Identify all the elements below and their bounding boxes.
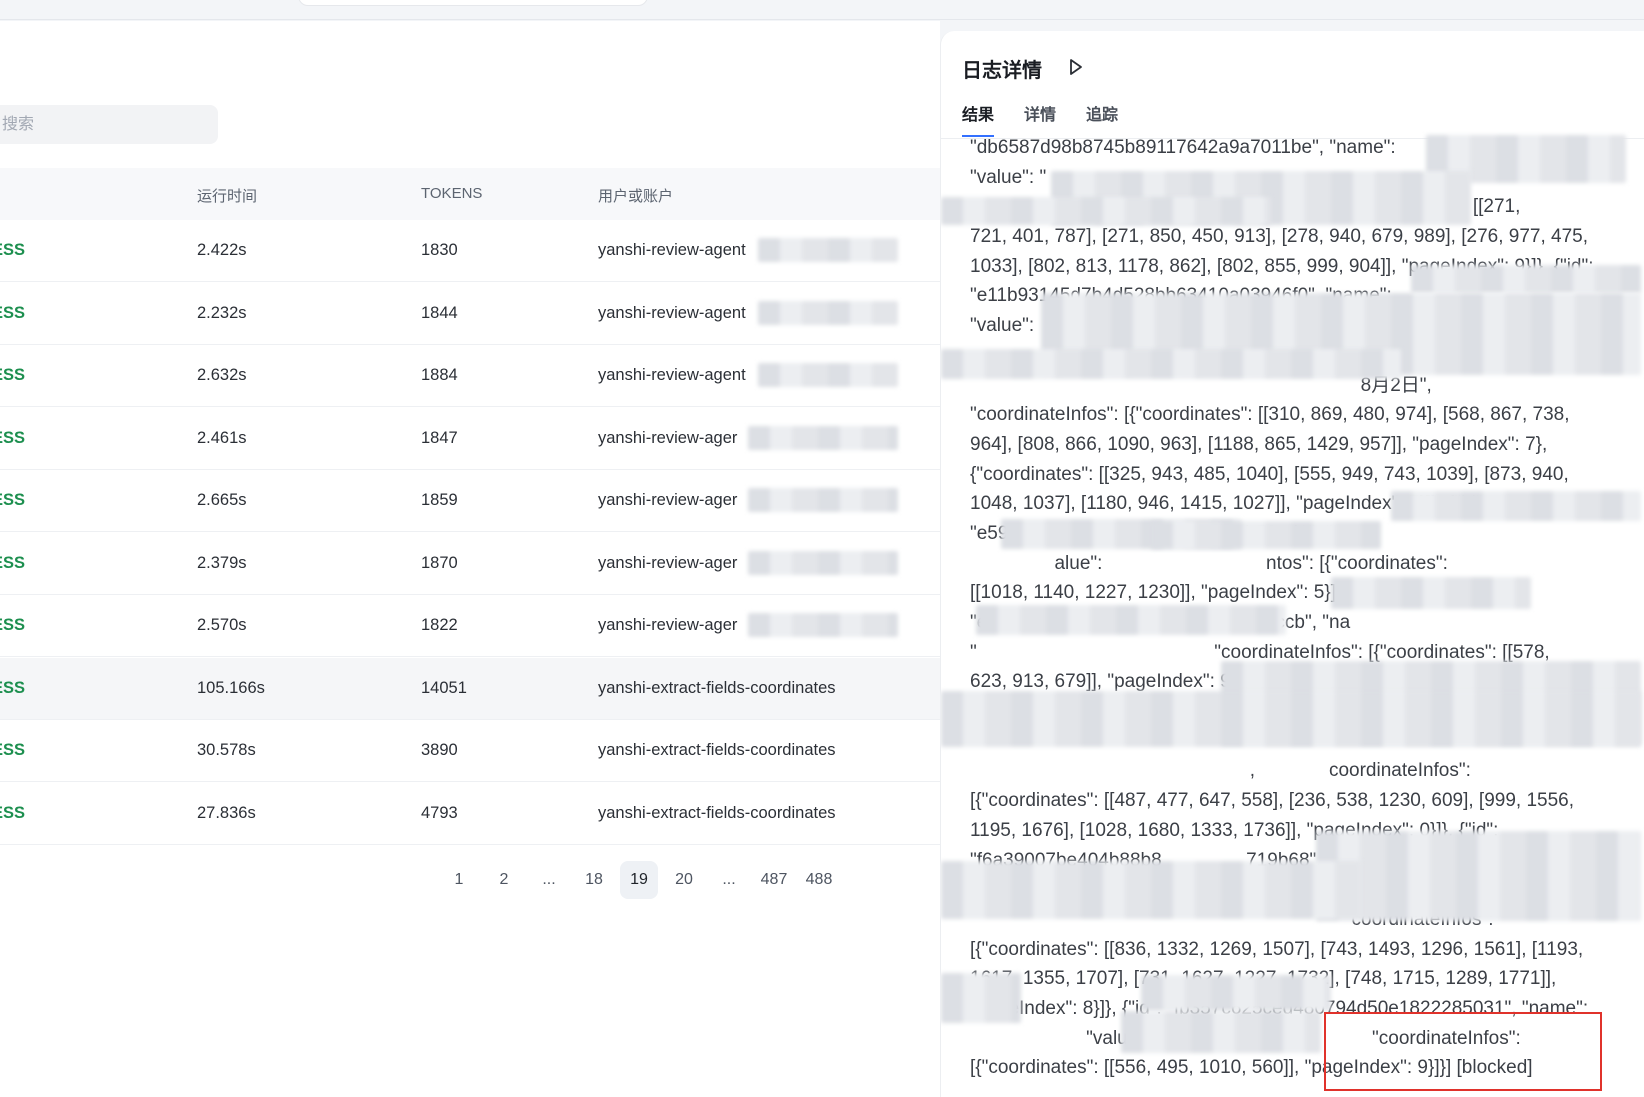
search-input[interactable] <box>0 105 218 144</box>
col-run-time[interactable]: 运行时间 <box>197 185 257 206</box>
table-row[interactable]: ESS 2.665s 1859 yanshi-review-ager <box>0 470 940 532</box>
tokens-cell: 1830 <box>421 241 458 259</box>
log-line: , coordinateInfos": <box>970 760 1471 782</box>
page-18[interactable]: 18 <box>575 861 613 899</box>
status-cell: ESS <box>0 803 26 822</box>
run-time-cell: 2.461s <box>197 428 247 447</box>
redacted-region <box>748 425 898 450</box>
status-cell: ESS <box>0 303 26 322</box>
run-time-cell: 105.166s <box>197 678 265 697</box>
user-cell: yanshi-review-ager <box>598 491 738 509</box>
user-cell: yanshi-review-agent <box>598 241 746 259</box>
status-cell: ESS <box>0 491 26 509</box>
user-cell: yanshi-review-agent <box>598 303 746 322</box>
status-cell: ESS <box>0 428 26 447</box>
run-time-cell: 2.422s <box>197 241 247 259</box>
page-19[interactable]: 19 <box>620 861 658 899</box>
top-bar <box>0 0 1644 20</box>
redacted-region <box>758 300 898 325</box>
user-cell: yanshi-extract-fields-coordinates <box>598 678 836 697</box>
user-cell: yanshi-review-ager <box>598 428 738 447</box>
status-cell: ESS <box>0 741 26 759</box>
log-line: alue": ntos": [{"coordinates": <box>970 552 1448 574</box>
pagination: 1 2... 18 19 20... 487 488 <box>0 861 940 901</box>
table-row[interactable]: ESS 27.836s 4793 yanshi-extract-fields-coor… <box>0 783 940 845</box>
col-user[interactable]: 用户或账户 <box>598 185 673 206</box>
tab-result[interactable]: 结果 <box>962 101 995 137</box>
page-ellipsis[interactable]: ... <box>710 861 748 899</box>
page-20[interactable]: 20 <box>665 861 703 899</box>
table-row[interactable]: ESS 2.232s 1844 yanshi-review-agent <box>0 283 940 345</box>
status-cell: ESS <box>0 553 26 572</box>
user-cell: yanshi-review-ager <box>598 553 738 572</box>
tokens-cell: 14051 <box>421 678 467 697</box>
top-search-pill[interactable] <box>298 0 648 6</box>
panel-title: 日志详情 <box>962 60 1042 82</box>
log-line: [{"coordinates": [[836, 1332, 1269, 1507… <box>970 938 1584 960</box>
redacted-region <box>758 238 898 262</box>
tokens-cell: 1859 <box>421 491 458 509</box>
redacted-region <box>758 363 898 387</box>
status-cell: ESS <box>0 616 26 634</box>
table-row[interactable]: ESS 2.632s 1884 yanshi-review-agent <box>0 345 940 407</box>
play-icon[interactable] <box>1068 57 1084 77</box>
user-cell: yanshi-review-ager <box>598 616 738 634</box>
run-time-cell: 2.665s <box>197 491 247 509</box>
tokens-cell: 4793 <box>421 803 458 822</box>
log-line: [[1018, 1140, 1227, 1230]], "pageIndex":… <box>970 582 1393 604</box>
status-cell: ESS <box>0 678 26 697</box>
table-row[interactable]: ESS 30.578s 3890 yanshi-extract-fields-coor… <box>0 720 940 782</box>
run-time-cell: 2.232s <box>197 303 247 322</box>
run-time-cell: 2.632s <box>197 366 247 384</box>
log-line: "coordinateInfos": [{"coordinates": [[31… <box>970 404 1570 426</box>
col-tokens[interactable]: TOKENS <box>421 185 482 202</box>
user-cell: yanshi-extract-fields-coordinates <box>598 741 836 759</box>
tokens-cell: 1884 <box>421 366 458 384</box>
log-list-pane: 运行时间 TOKENS 用户或账户 ESS 2.422s 1830 yanshi-re… <box>0 21 940 1097</box>
tokens-cell: 3890 <box>421 741 458 759</box>
page-1[interactable]: 1 <box>440 861 478 899</box>
table-row[interactable]: ESS 2.422s 1830 yanshi-review-agent <box>0 220 940 282</box>
table-row[interactable]: ESS 2.570s 1822 yanshi-review-ager <box>0 595 940 657</box>
redacted-region <box>748 613 898 637</box>
log-detail-panel: 日志详情 结果 详情 追踪 "db6587d98b8745b89117642a9… <box>940 31 1644 1097</box>
tokens-cell: 1870 <box>421 553 458 572</box>
table-row[interactable]: ESS 105.166s 14051 yanshi-extract-fields-co… <box>0 657 940 720</box>
status-cell: ESS <box>0 241 26 259</box>
run-time-cell: 2.570s <box>197 616 247 634</box>
log-line: [{"coordinates": [[487, 477, 647, 558], … <box>970 790 1575 812</box>
tokens-cell: 1822 <box>421 616 458 634</box>
log-line: {"coordinates": [[325, 943, 485, 1040], … <box>970 463 1569 485</box>
run-time-cell: 30.578s <box>197 741 256 759</box>
highlight-box <box>1324 1012 1602 1091</box>
run-time-cell: 2.379s <box>197 553 247 572</box>
status-cell: ESS <box>0 366 26 384</box>
tab-details[interactable]: 详情 <box>1024 101 1056 125</box>
log-line: 964], [808, 866, 1090, 963], [1188, 865,… <box>970 433 1548 455</box>
redacted-region <box>748 550 898 575</box>
tab-trace[interactable]: 追踪 <box>1086 101 1118 125</box>
redacted-region <box>748 488 898 512</box>
page-ellipsis[interactable]: ... <box>530 861 568 899</box>
table-row[interactable]: ESS 2.461s 1847 yanshi-review-ager <box>0 408 940 470</box>
tokens-cell: 1847 <box>421 428 458 447</box>
user-cell: yanshi-review-agent <box>598 366 746 384</box>
page-487[interactable]: 487 <box>755 861 793 899</box>
run-time-cell: 27.836s <box>197 803 256 822</box>
page-2[interactable]: 2 <box>485 861 523 899</box>
table-header: 运行时间 TOKENS 用户或账户 <box>0 168 940 220</box>
page-488[interactable]: 488 <box>800 861 838 899</box>
table-row[interactable]: ESS 2.379s 1870 yanshi-review-ager <box>0 533 940 595</box>
log-line: 721, 401, 787], [271, 850, 450, 913], [2… <box>970 226 1589 248</box>
user-cell: yanshi-extract-fields-coordinates <box>598 803 836 822</box>
tokens-cell: 1844 <box>421 303 458 322</box>
